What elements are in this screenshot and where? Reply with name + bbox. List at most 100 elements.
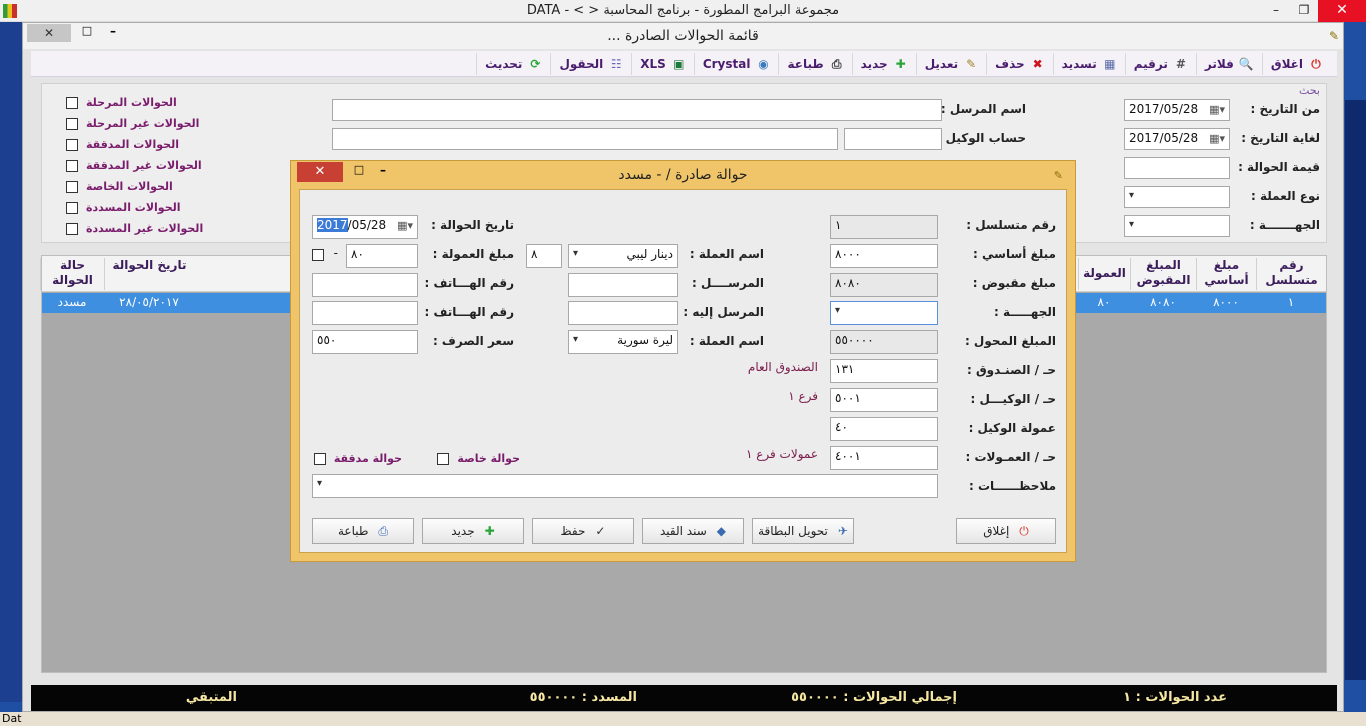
filter-checkbox[interactable]: الحوالات غير المرحلة [66,117,199,130]
commissions-account-input[interactable]: ٤٠٠١ [830,446,938,470]
close-button[interactable]: ⏻ إغلاق [956,518,1056,544]
agent-account-input[interactable]: ٥٠٠١ [830,388,938,412]
toolbar-item-10[interactable]: ☷ الحقول [550,52,631,75]
amount-input[interactable] [1124,157,1230,179]
checkbox[interactable] [66,96,78,109]
save-button[interactable]: ✓ حفظ [532,518,634,544]
phone2-label: رقم الهـــاتف : [424,305,514,319]
filter-checkbox-label: الحوالات غير المسددة [86,222,204,235]
agent-account-label: حـ / الوكيـــل : [970,392,1057,406]
status-bar: عدد الحوالات : ١ إجمالي الحوالات : ٥٥٠٠٠… [31,685,1337,711]
checkbox[interactable] [66,180,78,193]
calendar-dropdown-icon[interactable]: ▦▾ [1209,103,1225,116]
checkbox[interactable] [66,117,78,130]
recipient-input[interactable] [568,301,678,325]
fund-account-label: حـ / الصنـدوق : [966,363,1056,377]
filter-checkbox[interactable]: الحوالات الخاصة [66,180,173,193]
to-date-field[interactable]: 2017/05/28 ▦▾ [1124,128,1230,150]
sender-input[interactable] [568,273,678,297]
toolbar-item-8[interactable]: ◉ Crystal [693,52,779,75]
convert-card-button[interactable]: ✈ تحويل البطاقة [752,518,854,544]
recipient-label: المرسل إليه : [683,305,764,319]
toolbar-item-3[interactable]: ▦ تسديد [1052,52,1125,75]
toolbar-item-7[interactable]: ⎙ طباعة [778,52,851,75]
commission-checkbox[interactable] [312,249,324,261]
from-date-label: من التاريخ : [1250,102,1320,116]
restore-icon[interactable]: ✎ [1329,29,1339,43]
from-date-field[interactable]: 2017/05/28 ▦▾ [1124,99,1230,121]
remaining-amount: المتبقي [185,690,237,705]
party-select[interactable]: ▾ [1124,215,1230,237]
col-transfer-status[interactable]: حالة الحوالة [40,258,104,290]
phone2-input[interactable] [312,301,418,325]
chevron-down-icon: ▾ [835,305,841,316]
mdi-titlebar: ✕ □ – قائمة الحوالات الصادرة ... ✎ [23,23,1343,49]
agent-account-name-input[interactable] [332,128,838,150]
filter-checkbox[interactable]: الحوالات المسددة [66,201,181,214]
private-transfer-checkbox[interactable]: حوالة خاصة [437,452,520,465]
new-button[interactable]: ✚ جديد [422,518,524,544]
journal-voucher-button[interactable]: ◆ سند القيد [642,518,744,544]
maximize-button[interactable]: ❐ [1290,0,1318,22]
toolbar-item-6[interactable]: ✚ جديد [851,52,916,75]
checkbox[interactable] [66,159,78,172]
party-select[interactable]: ▾ [830,301,938,325]
col-basic-amount[interactable]: مبلغ أساسي [1196,258,1256,290]
convert-icon: ✈ [837,524,848,538]
toolbar-item-label: تعديل [924,56,959,71]
filter-checkbox[interactable]: الحوالات غير المسددة [66,222,203,235]
filter-checkbox[interactable]: الحوالات غير المدققة [66,159,202,172]
transferred-amount-field: ٥٥٠٠٠٠ [830,330,938,354]
chevron-down-icon: ▾ [573,248,579,259]
exchange-rate-input[interactable]: ٥٥٠ [312,330,418,354]
add-icon: ✚ [895,56,906,71]
fields-icon: ☷ [610,56,622,71]
filter-checkbox[interactable]: الحوالات المدققة [66,138,179,151]
toolbar-item-4[interactable]: ✖ حذف [986,52,1053,75]
checkbox[interactable] [66,222,78,235]
toolbar-item-label: اغلاق [1270,56,1303,71]
restore-icon[interactable]: ✎ [1054,169,1063,182]
agent-account-code-input[interactable] [844,128,942,150]
col-transfer-date[interactable]: تاريخ الحوالة [104,258,194,290]
checkbox[interactable] [66,201,78,214]
phone1-input[interactable] [312,273,418,297]
taskbar-item[interactable]: Dat [2,712,22,725]
chevron-down-icon: ▾ [317,478,323,489]
toolbar-item-label: جديد [860,56,888,71]
toolbar-item-0[interactable]: ⏻ اغلاق [1261,52,1331,75]
app-close-button[interactable]: ✕ [1318,0,1366,22]
cell-commission: ٨٠ [1097,295,1111,309]
received-amount-field: ٨٠٨٠ [830,273,938,297]
chevron-down-icon: ▾ [1129,219,1135,230]
filter-checkbox[interactable]: الحوالات المرحلة [66,96,177,109]
currency-select[interactable]: دينار ليبي ▾ [568,244,678,268]
col-commission[interactable]: العمولة [1078,258,1130,290]
toolbar-item-5[interactable]: ✎ تعديل [915,52,986,75]
audited-transfer-checkbox[interactable]: حوالة مدققة [313,452,402,465]
basic-amount-label: مبلغ أساسي : [973,247,1056,261]
toolbar-item-11[interactable]: ⟳ تحديث [476,52,550,75]
basic-amount-input[interactable]: ٨٠٠٠ [830,244,938,268]
currency-rate-input[interactable]: ٨ [526,244,562,268]
commission-amount-input[interactable]: ٨٠ [346,244,418,268]
sender-name-input[interactable] [332,99,942,121]
checkbox[interactable] [66,138,78,151]
toolbar-item-label: Crystal [702,56,751,71]
fund-account-input[interactable]: ١٣١ [830,359,938,383]
minimize-button[interactable]: – [1262,0,1290,22]
print-button[interactable]: ⎙ طباعة [312,518,414,544]
toolbar-item-2[interactable]: # ترقيم [1124,52,1196,75]
currency-type-select[interactable]: ▾ [1124,186,1230,208]
agent-commission-input[interactable]: ٤٠ [830,417,938,441]
toolbar-item-9[interactable]: ▣ XLS [631,52,694,75]
toolbar-item-1[interactable]: 🔍 فلاتر [1195,52,1262,75]
col-received-amount[interactable]: المبلغ المقبوض [1130,258,1196,290]
currency2-select[interactable]: ليرة سورية ▾ [568,330,678,354]
transfer-date-field[interactable]: 2017/05/28 ▦▾ [312,215,418,239]
calendar-dropdown-icon[interactable]: ▦▾ [1209,132,1225,145]
notes-select[interactable]: ▾ [312,474,938,498]
calendar-dropdown-icon[interactable]: ▦▾ [397,219,413,232]
col-serial[interactable]: رقم متسلسل [1256,258,1326,290]
toolbar: ⏻ اغلاق 🔍 فلاتر # ترقيم ▦ تسديد ✖ حذف ✎ تعديل ✚ جديد ⎙… [31,51,1337,77]
